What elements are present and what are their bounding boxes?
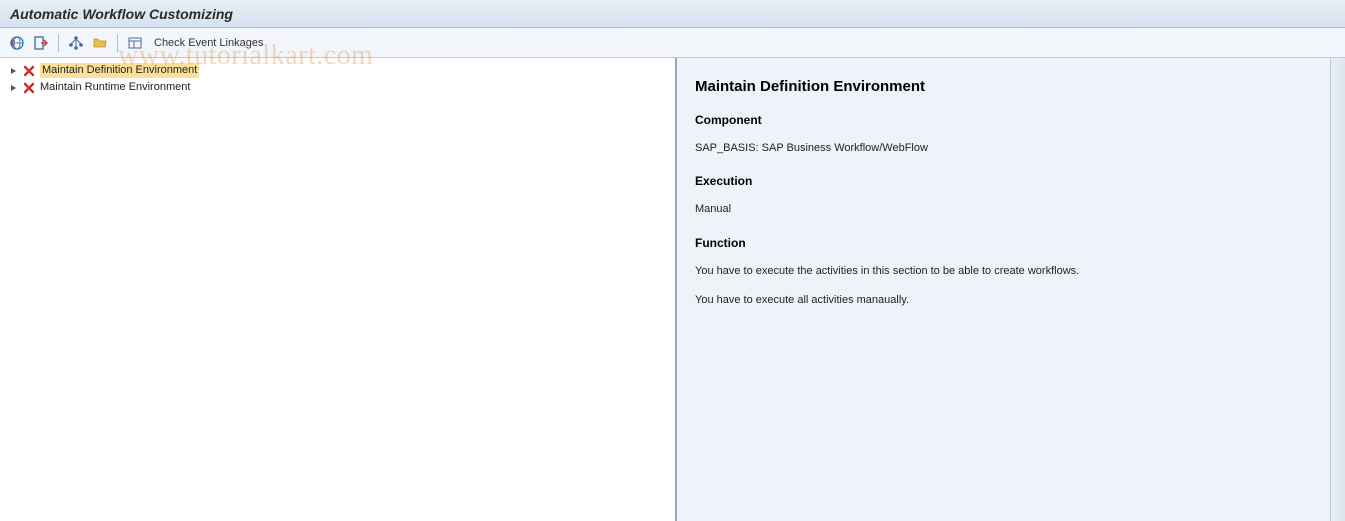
error-icon (22, 81, 36, 95)
page-title: Automatic Workflow Customizing (10, 6, 233, 22)
tree-item-maintain-definition[interactable]: Maintain Definition Environment (0, 62, 675, 79)
expand-icon[interactable] (10, 84, 18, 92)
execution-heading: Execution (695, 174, 1327, 188)
tree-panel: Maintain Definition Environment Maintain… (0, 58, 676, 521)
separator (58, 34, 59, 52)
layout-button[interactable] (124, 32, 146, 54)
exit-icon (33, 35, 49, 51)
folder-button[interactable] (89, 32, 111, 54)
layout-icon (127, 35, 143, 51)
title-bar: Automatic Workflow Customizing (0, 0, 1345, 28)
exit-button[interactable] (30, 32, 52, 54)
tree-item-label: Maintain Definition Environment (40, 63, 199, 78)
function-heading: Function (695, 236, 1327, 250)
expand-icon[interactable] (10, 67, 18, 75)
globe-back-icon (9, 35, 25, 51)
structure-button[interactable] (65, 32, 87, 54)
tree-item-label: Maintain Runtime Environment (40, 80, 190, 95)
folder-icon (92, 35, 108, 51)
component-heading: Component (695, 113, 1327, 127)
detail-panel: Maintain Definition Environment Componen… (676, 58, 1345, 521)
component-text: SAP_BASIS: SAP Business Workflow/WebFlow (695, 141, 1327, 156)
toolbar: Check Event Linkages (0, 28, 1345, 58)
check-event-linkages-button[interactable]: Check Event Linkages (148, 32, 269, 54)
structure-icon (68, 35, 84, 51)
separator (117, 34, 118, 52)
back-button[interactable] (6, 32, 28, 54)
function-text-2: You have to execute all activities manau… (695, 293, 1327, 308)
function-text-1: You have to execute the activities in th… (695, 264, 1327, 279)
check-event-linkages-label: Check Event Linkages (154, 37, 263, 49)
error-icon (22, 64, 36, 78)
execution-text: Manual (695, 202, 1327, 217)
detail-title: Maintain Definition Environment (695, 78, 1327, 95)
main-area: Maintain Definition Environment Maintain… (0, 58, 1345, 521)
tree-item-maintain-runtime[interactable]: Maintain Runtime Environment (0, 79, 675, 96)
